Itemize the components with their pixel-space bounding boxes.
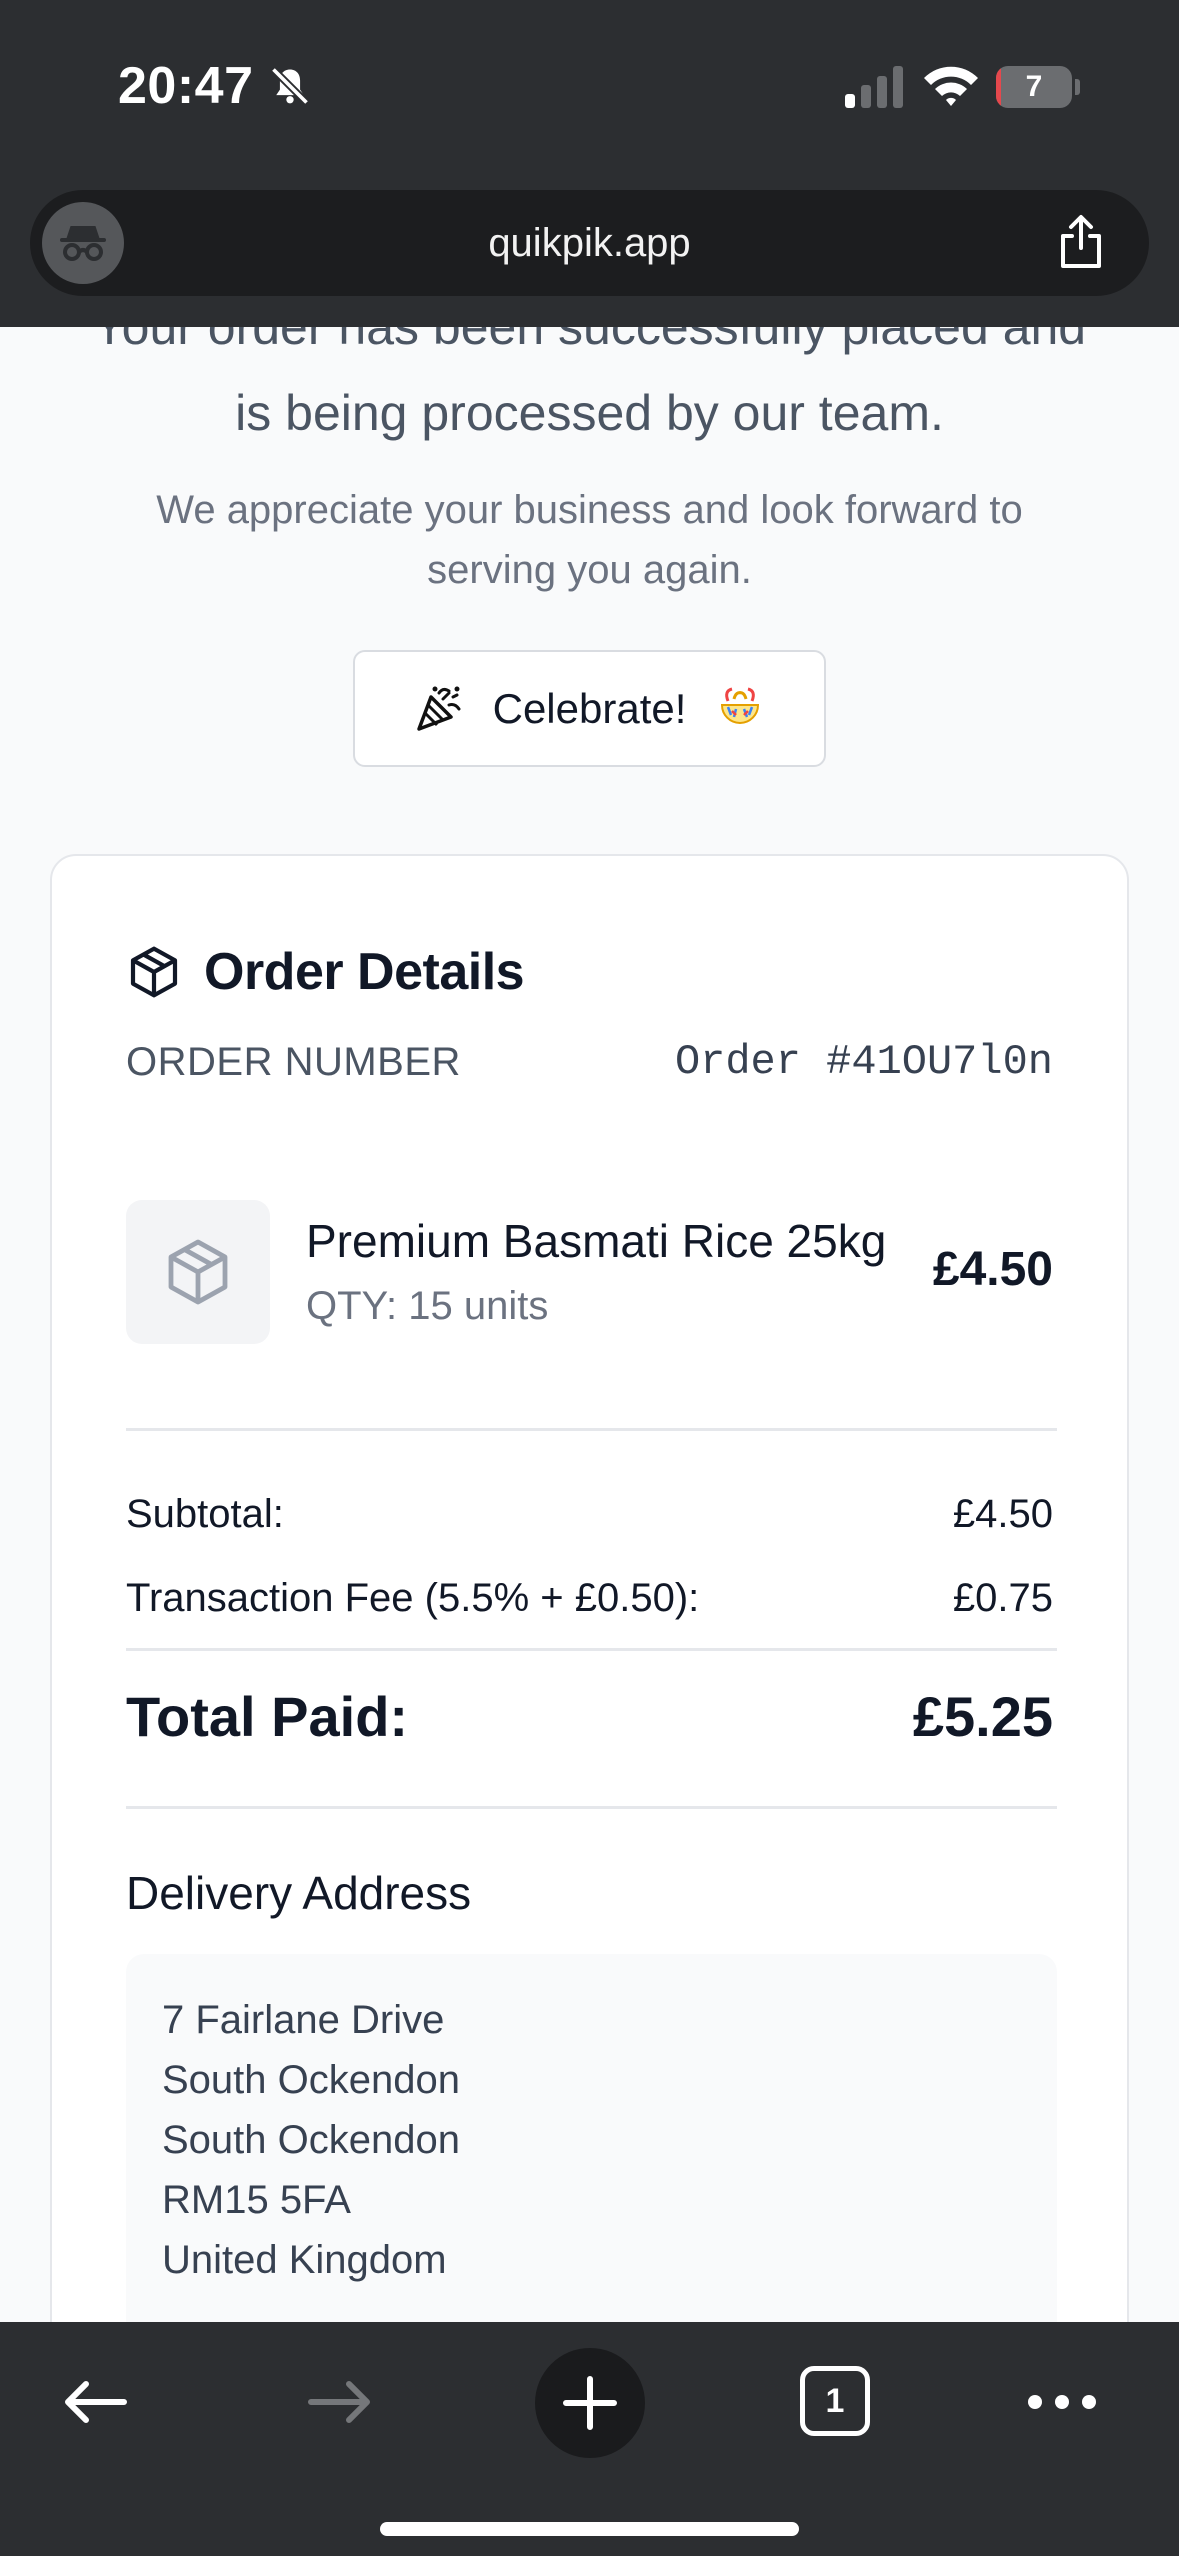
address-line: United Kingdom xyxy=(162,2238,447,2282)
subtotal-label: Subtotal: xyxy=(126,1492,284,1536)
party-popper-icon xyxy=(416,686,461,731)
arrow-right-icon xyxy=(308,2381,370,2423)
order-number-label: ORDER NUMBER xyxy=(126,1040,461,1084)
status-time: 20:47 xyxy=(118,57,254,115)
battery-body: 7 xyxy=(996,66,1072,108)
home-indicator xyxy=(380,2522,799,2536)
browser-bottom-toolbar: 1 xyxy=(0,2322,1179,2556)
incognito-button[interactable] xyxy=(42,202,124,284)
address-line: RM15 5FA xyxy=(162,2178,351,2222)
plus-icon xyxy=(563,2376,617,2430)
package-icon xyxy=(168,1239,228,1305)
confirmation-message-line2: is being processed by our team. xyxy=(235,385,944,441)
delivery-address-box: 7 Fairlane Drive South Ockendon South Oc… xyxy=(126,1954,1057,2354)
order-details-title: Order Details xyxy=(204,943,525,1001)
address-bar[interactable]: quikpik.app xyxy=(30,190,1149,296)
order-details-card: Order Details ORDER NUMBER Order #41OU7l… xyxy=(50,854,1129,2556)
battery-cap xyxy=(1075,79,1080,95)
url-text[interactable]: quikpik.app xyxy=(30,190,1149,296)
bell-slash-icon xyxy=(270,66,310,106)
address-line: 7 Fairlane Drive xyxy=(162,1998,445,2042)
back-button[interactable] xyxy=(45,2352,145,2452)
package-icon xyxy=(130,946,178,998)
cellular-signal-icon xyxy=(845,66,903,108)
more-menu-button[interactable] xyxy=(1012,2352,1112,2452)
order-number-value: Order #41OU7l0n xyxy=(674,1038,1053,1086)
share-icon[interactable] xyxy=(1051,212,1111,272)
arrow-left-icon xyxy=(65,2381,127,2423)
transaction-fee-label: Transaction Fee (5.5% + £0.50): xyxy=(126,1576,700,1620)
browser-top-chrome: 20:47 7 quikpik.app xyxy=(0,0,1179,327)
divider xyxy=(126,1428,1057,1431)
divider xyxy=(126,1806,1057,1809)
celebrate-button[interactable]: Celebrate! xyxy=(353,650,826,767)
wifi-icon xyxy=(924,66,978,106)
transaction-fee-value: £0.75 xyxy=(952,1576,1053,1620)
celebrate-label: Celebrate! xyxy=(492,684,687,732)
page-content: Your order has been successfully placed … xyxy=(0,0,1179,2556)
address-line: South Ockendon xyxy=(162,2058,460,2102)
total-paid-value: £5.25 xyxy=(912,1685,1053,1748)
battery-indicator: 7 xyxy=(996,66,1080,108)
item-name: Premium Basmati Rice 25kg xyxy=(306,1215,887,1267)
delivery-address-heading: Delivery Address xyxy=(126,1867,472,1919)
new-tab-button[interactable] xyxy=(535,2348,645,2458)
item-price: £4.50 xyxy=(932,1243,1053,1296)
forward-button[interactable] xyxy=(290,2352,390,2452)
appreciation-message: We appreciate your business and look for… xyxy=(156,488,1023,592)
more-dots-icon xyxy=(1028,2395,1096,2409)
tab-switcher-button[interactable]: 1 xyxy=(800,2366,870,2436)
confetti-ball-icon xyxy=(721,687,760,724)
item-thumbnail xyxy=(126,1200,270,1344)
item-quantity: QTY: 15 units xyxy=(306,1284,549,1328)
battery-percentage: 7 xyxy=(1025,70,1043,103)
subtotal-value: £4.50 xyxy=(952,1492,1053,1536)
order-details-header: Order Details xyxy=(126,942,525,1002)
incognito-icon xyxy=(60,226,106,261)
address-line: South Ockendon xyxy=(162,2118,460,2162)
divider xyxy=(126,1648,1057,1651)
total-paid-label: Total Paid: xyxy=(126,1685,409,1748)
